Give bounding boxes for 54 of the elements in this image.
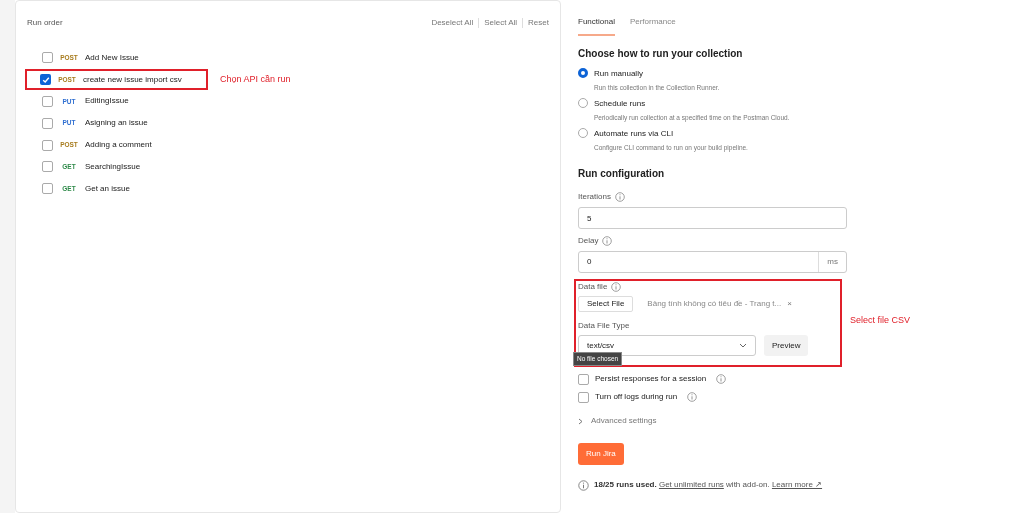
close-button[interactable]: × (787, 298, 792, 311)
info-icon (602, 236, 613, 247)
checkbox[interactable] (42, 183, 53, 195)
request-name: Adding a comment (85, 139, 152, 152)
option-label: Persist responses for a session (595, 373, 707, 386)
info-icon (614, 192, 625, 203)
learn-more-link[interactable]: Learn more ↗ (771, 480, 823, 490)
option-label: Turn off logs during run (595, 391, 678, 404)
tab[interactable]: Performance (629, 16, 676, 36)
panel-title: Run order (27, 17, 63, 29)
checkbox[interactable] (42, 52, 53, 64)
advanced-settings-toggle[interactable]: Advanced settings (578, 415, 657, 428)
section-title: Choose how to run your collection (578, 47, 744, 61)
field-label: Data file (578, 281, 608, 294)
checkbox[interactable] (40, 74, 51, 86)
chevron-icon (578, 417, 583, 425)
action-link[interactable]: Deselect All (431, 17, 474, 29)
checkbox[interactable] (578, 391, 589, 403)
radio-button[interactable] (578, 68, 588, 78)
section-title: Run configuration (578, 167, 666, 182)
checkbox[interactable] (42, 96, 53, 107)
request-name: EditingIssue (85, 95, 129, 108)
checkbox[interactable] (42, 161, 53, 173)
delay-field[interactable]: 0 ms (578, 251, 847, 274)
tab[interactable]: Functional (578, 16, 615, 36)
checkbox[interactable] (42, 117, 53, 129)
request-name: Get an issue (85, 182, 130, 195)
chevron-down-icon (739, 343, 747, 349)
action-link[interactable]: Reset (528, 17, 549, 29)
field-label: Data File Type (578, 320, 631, 333)
option-label: Run manually (594, 68, 644, 80)
checkbox[interactable] (578, 373, 589, 385)
upgrade-link[interactable]: Get unlimited runs (658, 480, 724, 490)
field-label: Iterations (578, 191, 611, 204)
action-link[interactable]: Select All (484, 17, 518, 29)
field-label: Delay (578, 235, 599, 248)
annotation-text: Select file CSV (850, 313, 911, 327)
info-icon (578, 479, 589, 491)
option-label: Automate runs via CLI (594, 127, 675, 140)
request-name: Asigning an issue (85, 117, 148, 130)
request-name: create new issue import csv (83, 73, 182, 86)
usage-note: 18/25 runs used. Get unlimited runs with add-on. Learn more ↗ (594, 479, 823, 492)
preview-button[interactable]: Preview (764, 335, 809, 357)
checkbox[interactable] (42, 139, 53, 151)
request-name: Add New Issue (85, 51, 139, 64)
select-file-button[interactable]: Select File (578, 296, 634, 313)
info-icon (687, 392, 698, 403)
option-label: Schedule runs (594, 97, 647, 110)
file-name: Bảng tính không có tiêu đề - Trang t... (647, 298, 782, 311)
iterations-field[interactable]: 5 (578, 207, 847, 230)
request-name: SearchingIssue (85, 160, 141, 173)
annotation-text: Chọn API cần run (220, 72, 291, 86)
info-icon (611, 282, 622, 293)
info-icon (716, 374, 727, 385)
